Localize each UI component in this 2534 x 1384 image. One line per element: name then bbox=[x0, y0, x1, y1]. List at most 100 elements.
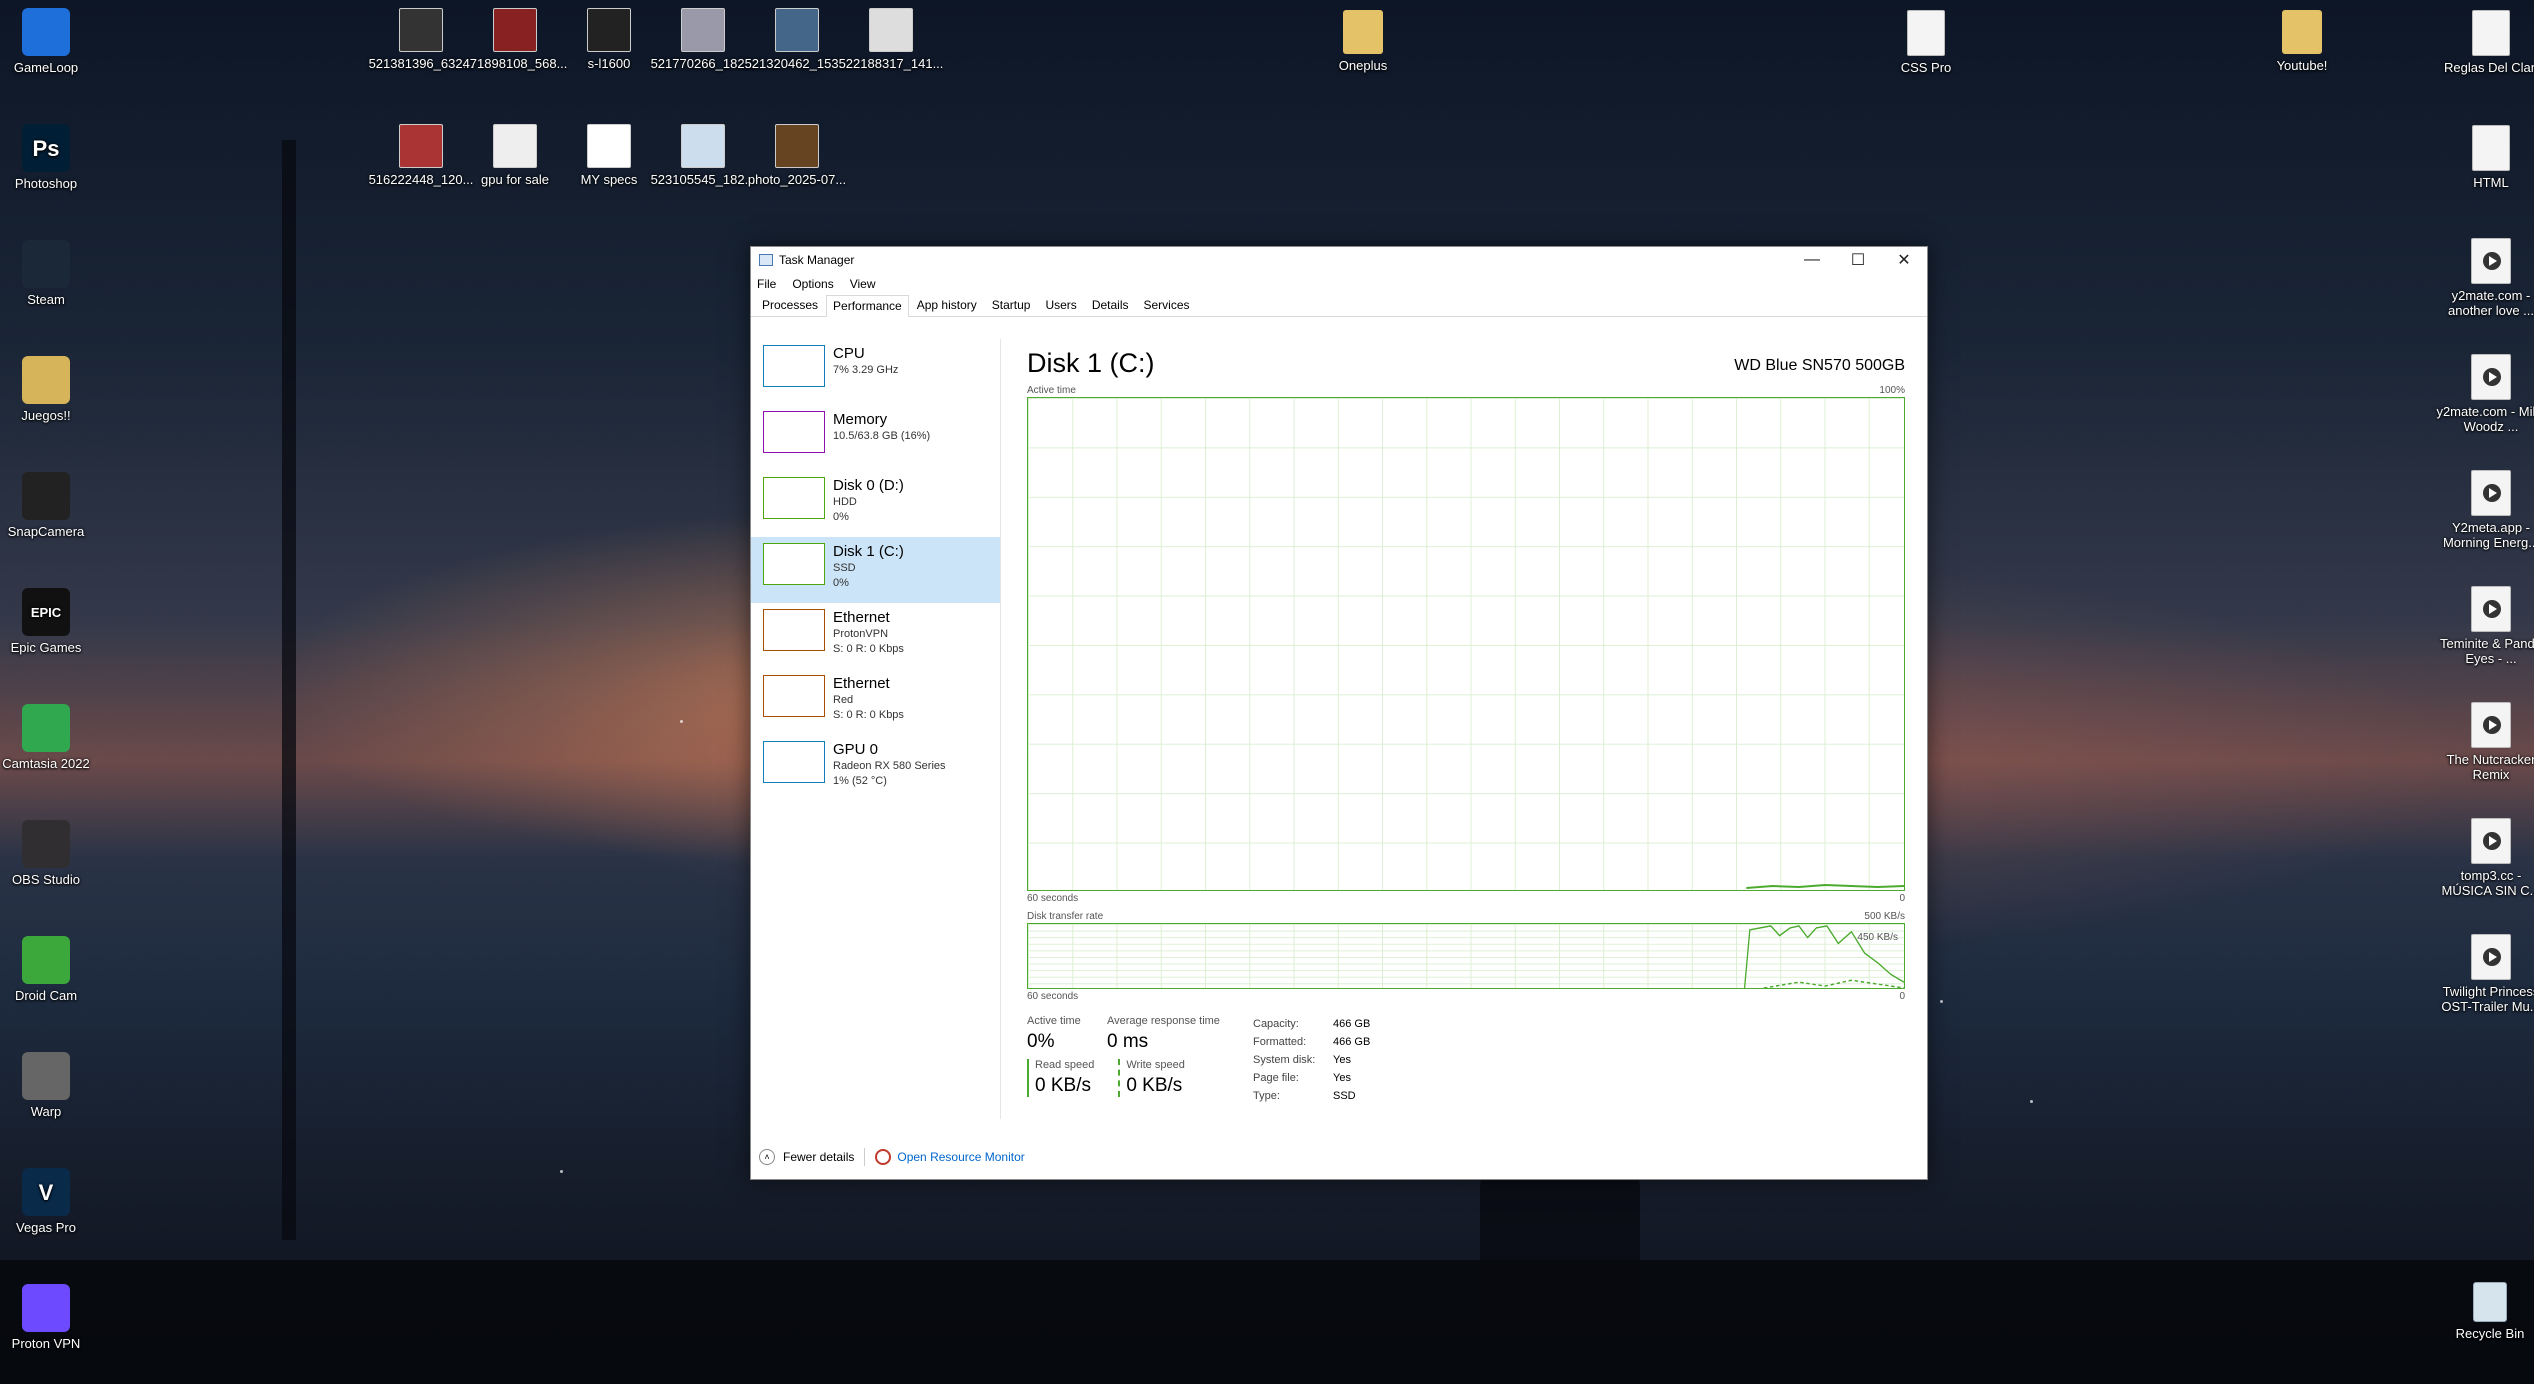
light-dot bbox=[680, 720, 683, 723]
maximize-button[interactable]: ☐ bbox=[1835, 247, 1881, 273]
light-dot bbox=[2030, 1100, 2033, 1103]
desktop-icon-oneplus[interactable]: Oneplus bbox=[1308, 10, 1418, 73]
desktop-icon-vegas-pro[interactable]: V Vegas Pro bbox=[0, 1168, 101, 1235]
desktop-file-icon[interactable]: Y2meta.app - Morning Energ... bbox=[2436, 470, 2534, 550]
sidebar-item-value: S: 0 R: 0 Kbps bbox=[833, 643, 904, 655]
desktop-icon-steam[interactable]: Steam bbox=[0, 240, 101, 307]
chevron-up-icon[interactable]: ˄ bbox=[759, 1149, 775, 1165]
write-speed: Write speed 0 KB/s bbox=[1118, 1059, 1185, 1097]
sidebar-item-detail: ProtonVPN bbox=[833, 628, 889, 640]
sidebar-item-memory[interactable]: Memory 10.5/63.8 GB (16%) bbox=[751, 405, 1000, 471]
folder-icon bbox=[22, 356, 70, 404]
title-bar[interactable]: Task Manager — ☐ ✕ bbox=[751, 247, 1927, 273]
gameloop-icon bbox=[22, 8, 70, 56]
tab-details[interactable]: Details bbox=[1085, 294, 1136, 316]
sidebar-item-ethernet[interactable]: Ethernet ProtonVPN S: 0 R: 0 Kbps bbox=[751, 603, 1000, 669]
task-manager-icon bbox=[759, 254, 773, 266]
desktop-file-icon[interactable]: y2mate.com - Miky Woodz ... bbox=[2436, 354, 2534, 434]
snapcamera-icon bbox=[22, 472, 70, 520]
image-thumbnail-icon bbox=[775, 8, 819, 52]
pole-silhouette bbox=[282, 140, 296, 1240]
desktop-icon-juegos-[interactable]: Juegos!! bbox=[0, 356, 101, 423]
tab-app-history[interactable]: App history bbox=[910, 294, 984, 316]
fewer-details-button[interactable]: Fewer details bbox=[783, 1150, 854, 1164]
open-resource-monitor-link[interactable]: Open Resource Monitor bbox=[897, 1150, 1024, 1164]
property-key: Type: bbox=[1253, 1090, 1280, 1102]
sidebar-item-title: Memory bbox=[833, 411, 888, 428]
epic-games-icon: EPIC bbox=[22, 588, 70, 636]
menu-file[interactable]: File bbox=[757, 277, 776, 291]
sidebar-item-gpu-0[interactable]: GPU 0 Radeon RX 580 Series 1% (52 °C) bbox=[751, 735, 1000, 801]
desktop-file-icon[interactable]: HTML bbox=[2436, 125, 2534, 190]
desktop-icon-snapcamera[interactable]: SnapCamera bbox=[0, 472, 101, 539]
sidebar-item-value: 0% bbox=[833, 511, 849, 523]
performance-sidebar: CPU 7% 3.29 GHz Memory 10.5/63.8 GB (16%) Di… bbox=[751, 339, 1001, 1119]
disk-properties: Capacity: 466 GB Formatted: 466 GB System di… bbox=[1253, 1015, 1370, 1105]
desktop-icon-css-pro[interactable]: CSS Pro bbox=[1871, 10, 1981, 75]
desktop-file-icon[interactable]: y2mate.com - another love ... bbox=[2436, 238, 2534, 318]
mini-graph bbox=[763, 543, 825, 585]
sidebar-item-value: 0% bbox=[833, 577, 849, 589]
desktop-file-icon[interactable]: Teminite & Panda Eyes - ... bbox=[2436, 586, 2534, 666]
desktop-icon-warp[interactable]: Warp bbox=[0, 1052, 101, 1119]
desktop-icon-proton-vpn[interactable]: Proton VPN bbox=[0, 1284, 101, 1351]
sidebar-item-disk-0-d[interactable]: Disk 0 (D:) HDD 0% bbox=[751, 471, 1000, 537]
sidebar-item-title: GPU 0 bbox=[833, 741, 879, 758]
desktop-icon-recycle-bin[interactable]: Recycle Bin bbox=[2435, 1282, 2534, 1341]
minimize-button[interactable]: — bbox=[1789, 247, 1835, 273]
graph2-label: Disk transfer rate bbox=[1027, 910, 1104, 922]
sidebar-item-disk-1-c[interactable]: Disk 1 (C:) SSD 0% bbox=[751, 537, 1000, 603]
desktop-icon-epic-games[interactable]: EPIC Epic Games bbox=[0, 588, 101, 655]
document-icon bbox=[2472, 125, 2510, 171]
desktop-file-icon[interactable]: The Nutcracker Remix bbox=[2436, 702, 2534, 782]
mini-graph bbox=[763, 477, 825, 519]
desktop-file-icon[interactable]: Twilight Princess OST-Trailer Mu... bbox=[2436, 934, 2534, 1014]
media-file-icon bbox=[2471, 470, 2511, 516]
active-time-line bbox=[1746, 884, 1904, 890]
property-row: Capacity: 466 GB bbox=[1253, 1015, 1370, 1033]
image-thumbnail-icon bbox=[399, 124, 443, 168]
document-icon bbox=[1907, 10, 1945, 56]
graph2-annotation: 450 KB/s bbox=[1857, 932, 1898, 943]
photoshop-icon: Ps bbox=[22, 124, 70, 172]
menu-bar: File Options View bbox=[751, 273, 1927, 295]
property-row: Page file: Yes bbox=[1253, 1069, 1370, 1087]
document-icon bbox=[2472, 10, 2510, 56]
tab-processes[interactable]: Processes bbox=[755, 294, 825, 316]
sidebar-item-cpu[interactable]: CPU 7% 3.29 GHz bbox=[751, 339, 1000, 405]
tab-services[interactable]: Services bbox=[1137, 294, 1197, 316]
property-value: Yes bbox=[1333, 1054, 1351, 1066]
desktop-file-icon[interactable]: Reglas Del Clan bbox=[2436, 10, 2534, 75]
desktop-icon-camtasia-2022[interactable]: Camtasia 2022 bbox=[0, 704, 101, 771]
sidebar-item-detail: Radeon RX 580 Series bbox=[833, 760, 946, 772]
menu-options[interactable]: Options bbox=[792, 277, 833, 291]
avg-response-label: Average response time bbox=[1107, 1015, 1220, 1027]
property-value: SSD bbox=[1333, 1090, 1356, 1102]
window-title: Task Manager bbox=[779, 253, 855, 267]
disk-heading: Disk 1 (C:) bbox=[1027, 348, 1155, 378]
desktop-icon-youtube[interactable]: Youtube! bbox=[2247, 10, 2357, 73]
desktop-icon-obs-studio[interactable]: OBS Studio bbox=[0, 820, 101, 887]
property-key: Formatted: bbox=[1253, 1036, 1307, 1048]
desktop-icon-photoshop[interactable]: Ps Photoshop bbox=[0, 124, 101, 191]
disk-model: WD Blue SN570 500GB bbox=[1734, 357, 1905, 374]
image-thumbnail-icon bbox=[587, 124, 631, 168]
tab-performance[interactable]: Performance bbox=[826, 295, 909, 317]
desktop-icon-gameloop[interactable]: GameLoop bbox=[0, 8, 101, 75]
media-file-icon bbox=[2471, 934, 2511, 980]
close-button[interactable]: ✕ bbox=[1881, 247, 1927, 273]
disk-detail-panel: Disk 1 (C:) WD Blue SN570 500GB Active t… bbox=[1027, 339, 1905, 1105]
tab-users[interactable]: Users bbox=[1038, 294, 1083, 316]
menu-view[interactable]: View bbox=[850, 277, 876, 291]
desktop-icon-droid-cam[interactable]: Droid Cam bbox=[0, 936, 101, 1003]
protonvpn-icon bbox=[22, 1284, 70, 1332]
image-thumbnail-icon bbox=[869, 8, 913, 52]
property-key: Page file: bbox=[1253, 1072, 1299, 1084]
desktop-file-icon[interactable]: 522188317_141... bbox=[836, 8, 946, 71]
sidebar-item-ethernet[interactable]: Ethernet Red S: 0 R: 0 Kbps bbox=[751, 669, 1000, 735]
tab-startup[interactable]: Startup bbox=[985, 294, 1038, 316]
image-thumbnail-icon bbox=[493, 8, 537, 52]
recycle-bin-icon bbox=[2473, 1282, 2507, 1322]
desktop-file-icon[interactable]: tomp3.cc - MÚSICA SIN C... bbox=[2436, 818, 2534, 898]
desktop-file-icon[interactable]: photo_2025-07... bbox=[742, 124, 852, 187]
